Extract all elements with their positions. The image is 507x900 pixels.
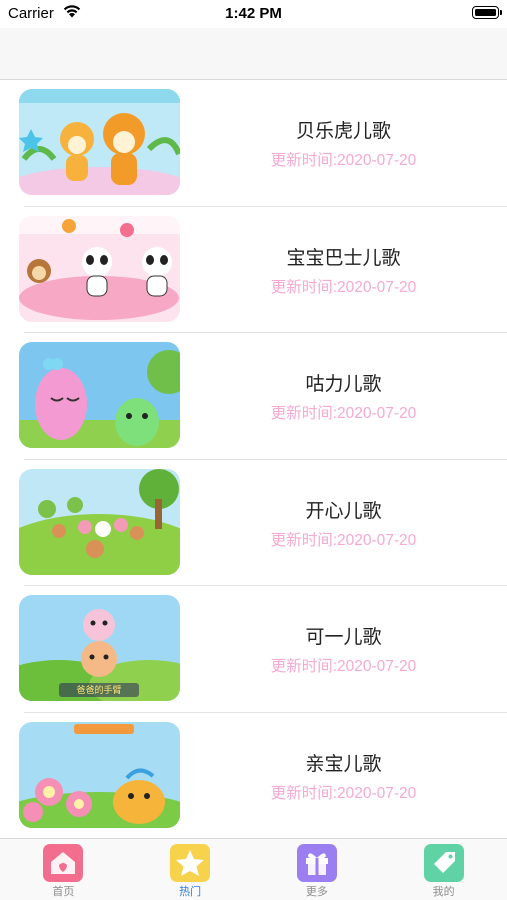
list-item[interactable]: 亲宝儿歌 更新时间:2020-07-20	[0, 713, 507, 839]
tab-mine[interactable]: 我的	[380, 839, 507, 900]
update-date: 更新时间:2020-07-20	[270, 152, 417, 169]
navigation-bar	[0, 28, 507, 80]
update-date: 更新时间:2020-07-20	[270, 278, 417, 296]
list-item[interactable]: 开心儿歌 更新时间:2020-07-20	[0, 460, 507, 586]
list-item[interactable]: 宝宝巴士儿歌 更新时间:2020-07-20	[0, 207, 507, 333]
status-time: 1:42 PM	[225, 5, 282, 22]
update-date: 更新时间:2020-07-20	[270, 405, 417, 422]
gift-icon	[296, 844, 337, 882]
tiger-cartoon-thumbnail	[19, 89, 180, 195]
thumbnail-caption: 爸爸的手臂	[76, 685, 122, 695]
pink-character-thumbnail	[19, 342, 180, 448]
song-title: 可一儿歌	[305, 627, 382, 648]
tab-label: 我的	[432, 886, 455, 898]
star-icon	[170, 844, 211, 882]
update-date: 更新时间:2020-07-20	[270, 531, 417, 549]
flowers-duck-thumbnail	[19, 721, 180, 828]
bears-thumbnail: 爸爸的手臂	[19, 595, 180, 701]
list-item[interactable]: 贝乐虎儿歌 更新时间:2020-07-20	[0, 80, 507, 207]
battery-icon	[472, 6, 502, 19]
song-title: 亲宝儿歌	[305, 753, 382, 775]
song-title: 咕力儿歌	[305, 374, 382, 395]
animals-meadow-thumbnail	[19, 468, 180, 575]
tab-hot[interactable]: 热门	[127, 839, 254, 900]
song-title: 宝宝巴士儿歌	[286, 247, 401, 269]
tab-label: 热门	[179, 886, 202, 898]
song-title: 开心儿歌	[305, 500, 382, 522]
list-item[interactable]: 爸爸的手臂 可一儿歌 更新时间:2020-07-20	[0, 586, 507, 713]
tab-home[interactable]: 首页	[0, 839, 127, 900]
tab-more[interactable]: 更多	[254, 839, 381, 900]
update-date: 更新时间:2020-07-20	[270, 784, 417, 802]
tab-label: 更多	[305, 886, 328, 898]
status-bar: Carrier 1:42 PM	[0, 0, 507, 28]
tab-label: 首页	[52, 886, 75, 898]
update-date: 更新时间:2020-07-20	[270, 658, 417, 675]
song-list[interactable]: 贝乐虎儿歌 更新时间:2020-07-20 宝宝巴士儿歌 更新时间:2020-0…	[0, 80, 507, 839]
song-title: 贝乐虎儿歌	[295, 121, 391, 142]
list-item[interactable]: 咕力儿歌 更新时间:2020-07-20	[0, 333, 507, 460]
panda-cartoon-thumbnail	[19, 215, 180, 322]
tag-icon	[423, 844, 464, 882]
home-icon	[43, 844, 84, 882]
tab-bar: 首页 热门 更多 我的	[0, 838, 507, 900]
